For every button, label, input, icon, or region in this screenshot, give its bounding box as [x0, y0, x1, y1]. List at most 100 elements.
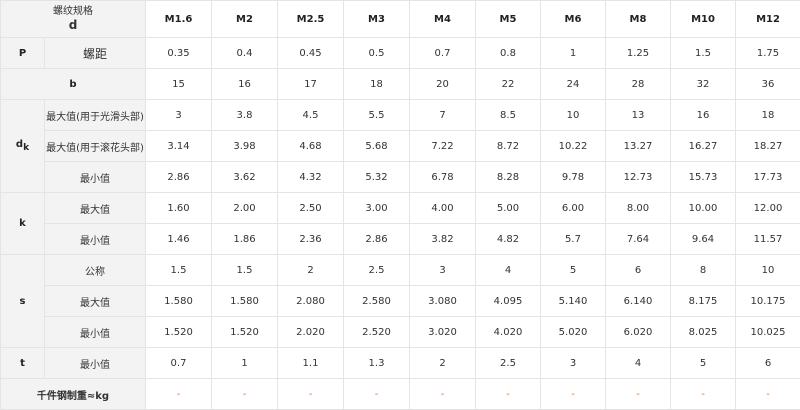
- spec-table: 螺纹规格 d M1.6 M2 M2.5 M3 M4 M5 M6 M8 M10 M…: [0, 0, 800, 410]
- value-cell: 4.82: [476, 224, 541, 255]
- value-cell: 9.78: [541, 162, 606, 193]
- value-cell: 1.60: [146, 193, 212, 224]
- value-cell: 8.28: [476, 162, 541, 193]
- thread-spec-label: 螺纹规格: [1, 5, 145, 18]
- pitch-symbol: P: [1, 38, 45, 69]
- value-cell: 5.140: [541, 286, 606, 317]
- row-label: 最小值: [45, 162, 146, 193]
- thread-length-symbol: b: [1, 69, 146, 100]
- value-cell: 5.00: [476, 193, 541, 224]
- thread-spec-symbol: d: [1, 18, 145, 33]
- size-header: M5: [476, 1, 541, 38]
- value-cell: 3.14: [146, 131, 212, 162]
- value-cell: 18: [344, 69, 410, 100]
- value-cell: 3.82: [410, 224, 476, 255]
- value-cell: 1.520: [212, 317, 278, 348]
- head-diameter-row: 最小值2.863.624.325.326.788.289.7812.7315.7…: [1, 162, 800, 193]
- socket-depth-symbol: t: [1, 348, 45, 379]
- value-cell: 1.5: [212, 255, 278, 286]
- value-cell: 7: [410, 100, 476, 131]
- value-cell: 9.64: [671, 224, 736, 255]
- value-cell: 6.78: [410, 162, 476, 193]
- value-cell: 2: [410, 348, 476, 379]
- value-cell: 0.8: [476, 38, 541, 69]
- value-cell: 13: [606, 100, 671, 131]
- value-cell: 4: [606, 348, 671, 379]
- value-cell: 17.73: [736, 162, 800, 193]
- value-cell: 8: [671, 255, 736, 286]
- spec-table-body: 螺纹规格 d M1.6 M2 M2.5 M3 M4 M5 M6 M8 M10 M…: [1, 1, 800, 410]
- row-label: 最大值(用于滚花头部): [45, 131, 146, 162]
- value-cell: 1.5: [671, 38, 736, 69]
- value-cell: 2.00: [212, 193, 278, 224]
- pitch-label: 螺距: [45, 38, 146, 69]
- value-cell: 6: [606, 255, 671, 286]
- socket-size-symbol: s: [1, 255, 45, 348]
- value-cell: 4.00: [410, 193, 476, 224]
- head-diameter-symbol-sub: k: [23, 143, 29, 153]
- value-cell: 18.27: [736, 131, 800, 162]
- value-cell: 18: [736, 100, 800, 131]
- value-cell: 3.00: [344, 193, 410, 224]
- value-cell: 0.4: [212, 38, 278, 69]
- value-cell: 1.520: [146, 317, 212, 348]
- value-cell: 2: [278, 255, 344, 286]
- row-label: 最大值(用于光滑头部): [45, 100, 146, 131]
- value-cell: 3.8: [212, 100, 278, 131]
- value-cell: 1.25: [606, 38, 671, 69]
- value-cell: 4.020: [476, 317, 541, 348]
- value-cell: 5.7: [541, 224, 606, 255]
- size-header: M6: [541, 1, 606, 38]
- value-cell: 6.00: [541, 193, 606, 224]
- value-cell: 8.72: [476, 131, 541, 162]
- size-header: M3: [344, 1, 410, 38]
- value-cell: 5.68: [344, 131, 410, 162]
- socket-size-row: s公称1.51.522.53456810: [1, 255, 800, 286]
- pitch-row: P螺距0.350.40.450.50.70.811.251.51.75: [1, 38, 800, 69]
- row-label: 最小值: [45, 224, 146, 255]
- value-cell: 1.46: [146, 224, 212, 255]
- value-cell: 3: [146, 100, 212, 131]
- value-cell: 10: [736, 255, 800, 286]
- value-cell: 0.7: [146, 348, 212, 379]
- value-cell: 2.580: [344, 286, 410, 317]
- head-diameter-row: 最大值(用于滚花头部)3.143.984.685.687.228.7210.22…: [1, 131, 800, 162]
- value-cell: 28: [606, 69, 671, 100]
- value-cell: 10.175: [736, 286, 800, 317]
- value-cell: 1.580: [146, 286, 212, 317]
- value-cell: 4.5: [278, 100, 344, 131]
- thread-spec-header: 螺纹规格 d: [1, 1, 146, 38]
- value-cell: 10.025: [736, 317, 800, 348]
- value-cell: 5.5: [344, 100, 410, 131]
- value-cell: 10.00: [671, 193, 736, 224]
- value-cell: 1: [541, 38, 606, 69]
- head-diameter-row: dk最大值(用于光滑头部)33.84.55.578.510131618: [1, 100, 800, 131]
- value-cell: 2.520: [344, 317, 410, 348]
- size-header: M1.6: [146, 1, 212, 38]
- value-cell: 2.50: [278, 193, 344, 224]
- value-cell: 1.5: [146, 255, 212, 286]
- value-cell: 2.5: [344, 255, 410, 286]
- head-height-symbol: k: [1, 193, 45, 255]
- value-cell: 7.22: [410, 131, 476, 162]
- row-label: 最大值: [45, 286, 146, 317]
- header-row: 螺纹规格 d M1.6 M2 M2.5 M3 M4 M5 M6 M8 M10 M…: [1, 1, 800, 38]
- value-cell: 2.020: [278, 317, 344, 348]
- value-cell: 3: [541, 348, 606, 379]
- value-cell: 5: [541, 255, 606, 286]
- value-cell: 8.025: [671, 317, 736, 348]
- value-cell: 3: [410, 255, 476, 286]
- socket-depth-row: t最小值0.711.11.322.53456: [1, 348, 800, 379]
- value-cell: 6.140: [606, 286, 671, 317]
- value-cell: 2.080: [278, 286, 344, 317]
- value-cell: 6.020: [606, 317, 671, 348]
- value-cell: 0.7: [410, 38, 476, 69]
- value-cell: 2.86: [146, 162, 212, 193]
- value-cell: 20: [410, 69, 476, 100]
- value-cell: 3.080: [410, 286, 476, 317]
- value-cell: 1.580: [212, 286, 278, 317]
- row-label: 最小值: [45, 348, 146, 379]
- head-diameter-symbol-main: d: [16, 139, 23, 150]
- value-cell: 10.22: [541, 131, 606, 162]
- value-cell: 8.5: [476, 100, 541, 131]
